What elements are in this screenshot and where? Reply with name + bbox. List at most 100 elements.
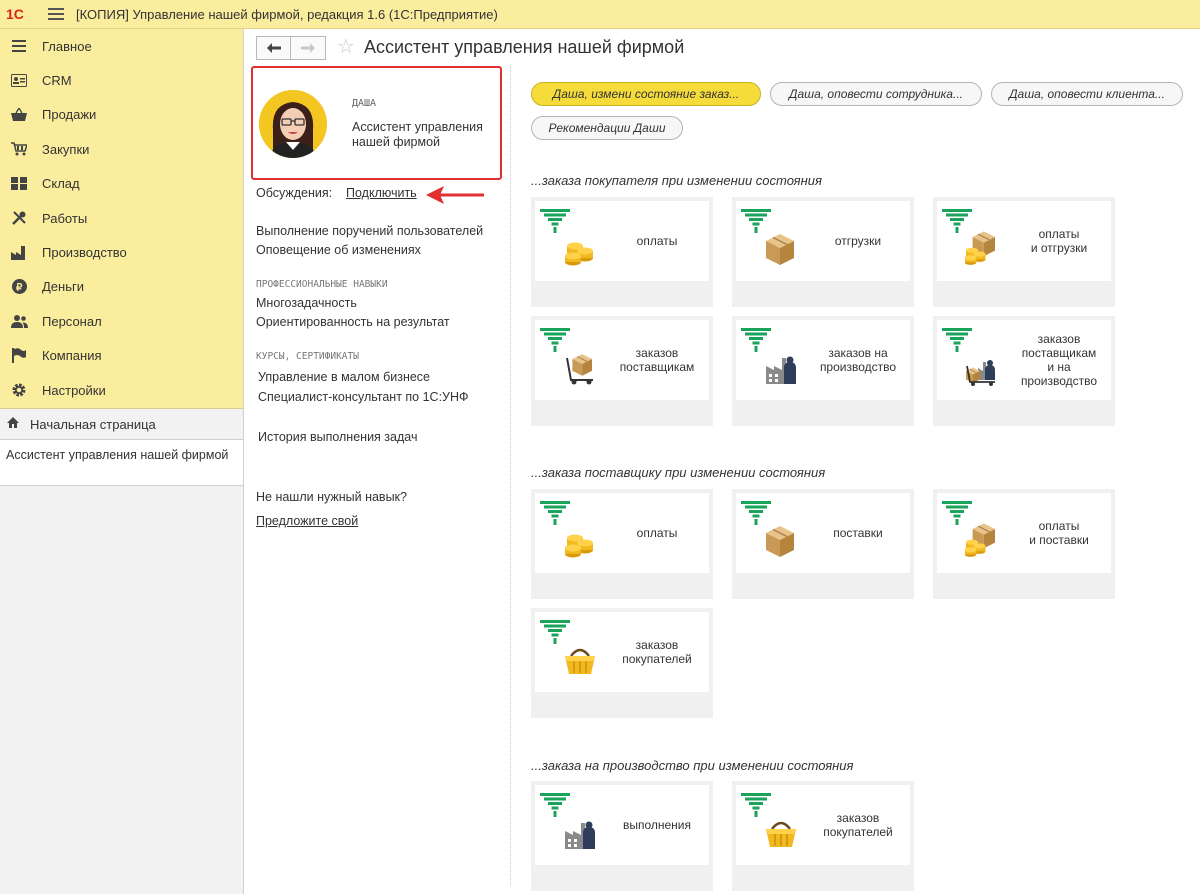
duty-item: Оповещение об изменениях	[256, 243, 421, 257]
sidebar-item-label: CRM	[42, 73, 72, 89]
skill-item: Многозадачность	[256, 296, 357, 310]
task-history-link[interactable]: История выполнения задач	[258, 430, 417, 444]
sidebar: Главное CRM Продажи Закупки Склад Работы Произ…	[0, 29, 244, 894]
sidebar-item-4[interactable]: Закупки	[0, 132, 243, 166]
sidebar-item-label: Продажи	[42, 107, 97, 123]
sidebar-item-label: Производство	[42, 245, 127, 261]
tile-body: заказов покупателей	[736, 785, 910, 865]
gear-icon	[10, 382, 28, 398]
coins-icon	[563, 231, 597, 270]
basket-icon	[764, 815, 798, 854]
notification-tile[interactable]: отгрузки	[732, 197, 914, 307]
assistant-avatar	[259, 90, 327, 158]
tile-label: заказов покупателей	[823, 811, 893, 839]
sidebar-item-label: Главное	[42, 38, 92, 54]
notification-tile[interactable]: заказов покупателей	[531, 608, 713, 718]
arrow-right-icon	[301, 43, 315, 53]
menu-lines-icon	[10, 38, 28, 54]
tile-body: оплаты и поставки	[937, 493, 1111, 573]
cart-icon	[10, 141, 28, 157]
flag-icon	[10, 348, 28, 364]
notification-tile[interactable]: оплаты	[531, 489, 713, 599]
notify-employee-button[interactable]: Даша, оповести сотрудника...	[770, 82, 982, 106]
not-found-text: Не нашли нужный навык?	[256, 490, 407, 504]
group-header: ...заказа покупателя при изменении состо…	[531, 173, 822, 188]
tile-label: оплаты	[636, 526, 678, 540]
page-title: Ассистент управления нашей фирмой	[364, 37, 685, 57]
contacts-card-icon	[10, 73, 28, 89]
sidebar-item-label: Деньги	[42, 279, 84, 295]
tile-label: выполнения	[622, 818, 692, 832]
back-button[interactable]	[256, 36, 291, 60]
basket-icon	[563, 642, 597, 681]
tile-body: заказов поставщикам и на производство	[937, 320, 1111, 400]
notification-tile[interactable]: заказов поставщикам	[531, 316, 713, 426]
tile-label: поставки	[833, 526, 883, 540]
tile-body: выполнения	[535, 785, 709, 865]
course-item[interactable]: Специалист-консультант по 1С:УНФ	[258, 390, 469, 404]
suggest-skill-link[interactable]: Предложите свой	[256, 514, 358, 528]
sidebar-item-1[interactable]: Главное	[0, 29, 243, 63]
tile-label: заказов покупателей	[622, 638, 692, 666]
connect-discussions-link[interactable]: Подключить	[346, 186, 417, 200]
notification-tile[interactable]: заказов покупателей	[732, 781, 914, 891]
sidebar-item-label: Закупки	[42, 141, 90, 157]
sidebar-item-2[interactable]: CRM	[0, 63, 243, 97]
assistant-profile-card: ДАША Ассистент управления нашей фирмой	[251, 66, 502, 180]
home-icon	[6, 416, 20, 432]
sidebar-item-6[interactable]: Работы	[0, 201, 243, 235]
tile-label: оплаты и отгрузки	[1030, 227, 1088, 255]
warehouse-grid-icon	[10, 176, 28, 192]
notification-tile[interactable]: оплаты	[531, 197, 713, 307]
course-item[interactable]: Управление в малом бизнесе	[258, 370, 430, 384]
coins-box-icon	[964, 231, 999, 270]
svg-text:1С: 1С	[6, 6, 24, 22]
red-pointer-arrow-icon	[426, 186, 484, 204]
home-page-link[interactable]: Начальная страница	[0, 409, 243, 440]
sidebar-item-label: Компания	[42, 348, 102, 364]
main-menu-icon[interactable]	[48, 8, 64, 20]
cart-factory-icon	[965, 350, 999, 389]
window-title: [КОПИЯ] Управление нашей фирмой, редакци…	[76, 6, 498, 22]
notify-client-button[interactable]: Даша, оповести клиента...	[991, 82, 1183, 106]
sections-panel: Главное CRM Продажи Закупки Склад Работы Произ…	[0, 29, 243, 409]
coins-icon	[563, 523, 597, 562]
ruble-coin-icon: ₽	[10, 279, 28, 295]
sidebar-item-label: Работы	[42, 210, 88, 226]
notification-tile[interactable]: поставки	[732, 489, 914, 599]
dasha-recommendations-button[interactable]: Рекомендации Даши	[531, 116, 683, 140]
open-window-item[interactable]: Ассистент управления нашей фирмой	[0, 440, 243, 486]
skills-caption: ПРОФЕССИОНАЛЬНЫЕ НАВЫКИ	[256, 279, 388, 290]
sidebar-item-7[interactable]: Производство	[0, 235, 243, 269]
discussions-row: Обсуждения: Подключить	[256, 186, 417, 200]
notification-tile[interactable]: заказов поставщикам и на производство	[933, 316, 1115, 426]
notification-tile[interactable]: оплаты и поставки	[933, 489, 1115, 599]
sidebar-item-10[interactable]: Компания	[0, 339, 243, 373]
tile-body: заказов на производство	[736, 320, 910, 400]
tile-label: оплаты	[636, 234, 678, 248]
sidebar-item-8[interactable]: ₽ Деньги	[0, 270, 243, 304]
shopping-basket-icon	[10, 107, 28, 123]
group-header: ...заказа на производство при изменении …	[531, 758, 854, 773]
sidebar-item-11[interactable]: Настройки	[0, 373, 243, 407]
tile-body: поставки	[736, 493, 910, 573]
tile-label: заказов поставщикам и на производство	[1020, 332, 1098, 388]
sidebar-item-9[interactable]: Персонал	[0, 304, 243, 338]
skill-item: Ориентированность на результат	[256, 315, 450, 329]
tools-icon	[10, 210, 28, 226]
notification-tile[interactable]: оплаты и отгрузки	[933, 197, 1115, 307]
tile-body: оплаты	[535, 493, 709, 573]
factory-icon	[10, 245, 28, 261]
notification-tile[interactable]: выполнения	[531, 781, 713, 891]
favorite-star-icon[interactable]: ☆	[337, 37, 355, 57]
sidebar-item-3[interactable]: Продажи	[0, 98, 243, 132]
cart-boxes-icon	[563, 350, 597, 389]
forward-button[interactable]	[291, 36, 326, 60]
people-icon	[10, 313, 28, 329]
tile-body: оплаты и отгрузки	[937, 201, 1111, 281]
factory-icon	[563, 815, 597, 854]
change-order-state-button[interactable]: Даша, измени состояние заказ...	[531, 82, 761, 106]
notification-tile[interactable]: заказов на производство	[732, 316, 914, 426]
tile-body: заказов покупателей	[535, 612, 709, 692]
sidebar-item-5[interactable]: Склад	[0, 167, 243, 201]
